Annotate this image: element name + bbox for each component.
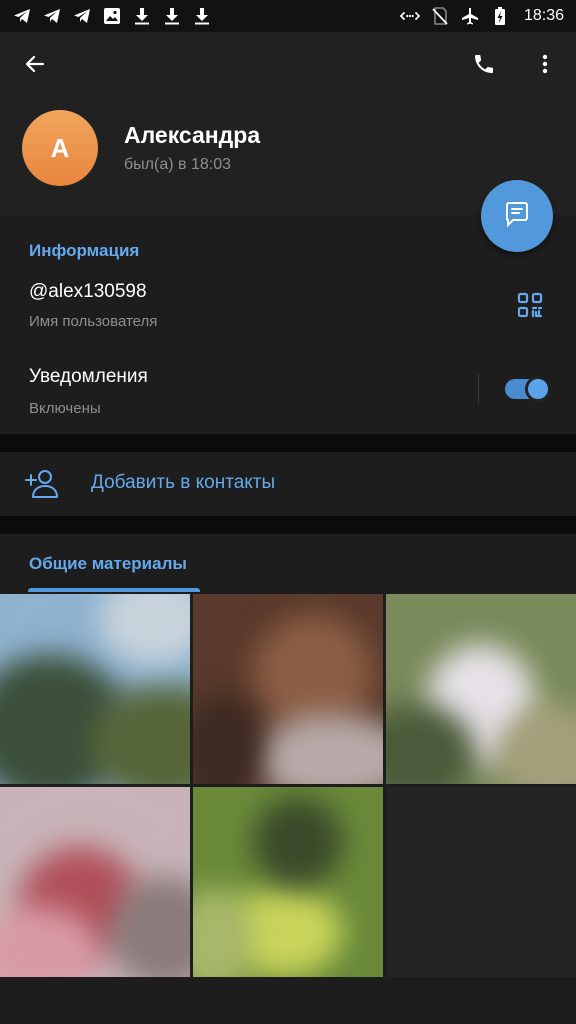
section-divider <box>0 516 576 534</box>
media-empty-slot <box>386 787 576 977</box>
info-section-title: Информация <box>29 241 140 260</box>
thumbnail-blur-region <box>253 797 343 887</box>
last-seen-status: был(а) в 18:03 <box>124 156 231 173</box>
media-thumbnail[interactable] <box>386 594 576 784</box>
media-thumbnail[interactable] <box>0 787 190 977</box>
qr-code-icon <box>517 292 543 323</box>
notifications-toggle[interactable] <box>505 376 551 402</box>
download-icon <box>162 6 182 26</box>
username-label: Имя пользователя <box>29 313 158 330</box>
add-contact-label: Добавить в контакты <box>91 472 276 493</box>
media-thumbnail[interactable] <box>0 594 190 784</box>
qr-code-button[interactable] <box>506 283 554 331</box>
call-button[interactable] <box>460 42 508 90</box>
info-section: Информация @alex130598 Имя пользователя … <box>0 215 576 434</box>
airplane-mode-icon <box>460 6 480 26</box>
battery-icon <box>490 6 510 26</box>
add-contact-row[interactable]: Добавить в контакты <box>0 452 576 516</box>
tab-indicator <box>28 588 200 592</box>
image-icon <box>102 6 122 26</box>
status-bar: 18:36 <box>0 0 576 32</box>
data-transfer-icon <box>399 6 420 26</box>
download-icon <box>132 6 152 26</box>
add-user-icon <box>24 467 60 501</box>
download-icon <box>192 6 212 26</box>
message-icon <box>503 200 531 233</box>
send-message-button[interactable] <box>481 180 553 252</box>
username-value[interactable]: @alex130598 <box>29 281 147 303</box>
notifications-status: Включены <box>29 400 101 417</box>
shared-media-title[interactable]: Общие материалы <box>29 554 187 574</box>
media-thumbnail[interactable] <box>193 594 383 784</box>
contact-name: Александра <box>124 122 261 148</box>
back-button[interactable] <box>11 42 59 90</box>
telegram-icon <box>12 6 32 26</box>
notifications-label[interactable]: Уведомления <box>29 366 148 388</box>
status-bar-system: 18:36 <box>399 6 576 26</box>
no-sim-icon <box>430 6 450 26</box>
more-options-button[interactable] <box>521 42 569 90</box>
shared-media-section: Общие материалы <box>0 534 576 1024</box>
phone-icon <box>472 52 496 81</box>
telegram-icon <box>42 6 62 26</box>
notifications-divider <box>478 374 479 404</box>
arrow-left-icon <box>23 52 47 81</box>
profile-header: А Александра был(а) в 18:03 <box>0 32 576 215</box>
avatar[interactable]: А <box>22 110 98 186</box>
section-divider <box>0 434 576 452</box>
toggle-knob <box>525 376 551 402</box>
more-vertical-icon <box>533 52 557 81</box>
status-bar-notifications <box>0 6 212 26</box>
status-time: 18:36 <box>523 7 564 24</box>
telegram-icon <box>72 6 92 26</box>
media-thumbnail[interactable] <box>193 787 383 977</box>
